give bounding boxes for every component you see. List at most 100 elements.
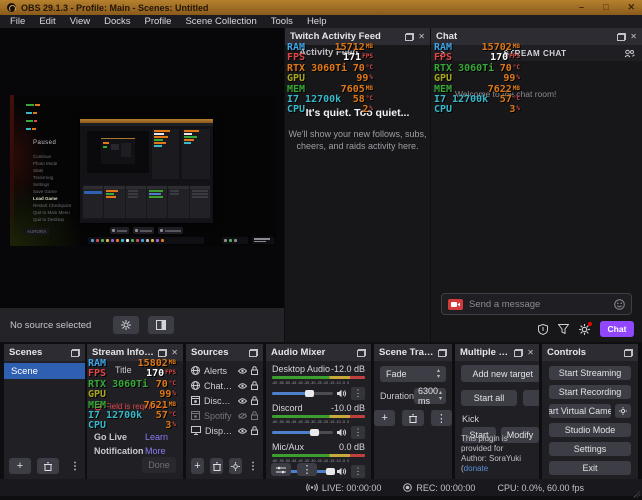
virtual-camera-button[interactable]: Start Virtual Camera [549, 404, 611, 418]
source-row[interactable]: Discord [186, 393, 263, 408]
popout-icon[interactable] [249, 349, 258, 357]
maximize-button[interactable]: □ [603, 2, 608, 13]
eye-icon[interactable] [238, 428, 247, 434]
emote-icon[interactable] [614, 299, 625, 310]
lock-icon[interactable] [251, 396, 258, 405]
minimize-button[interactable]: – [579, 2, 584, 13]
menu-docks[interactable]: Docks [97, 16, 137, 27]
source-properties-button[interactable] [229, 458, 242, 474]
filter-icon[interactable] [558, 324, 569, 334]
shield-icon[interactable] [538, 324, 548, 335]
channel-menu-button[interactable]: ⋮ [351, 387, 365, 400]
learn-link[interactable]: Learn [145, 432, 168, 442]
exit-button[interactable]: Exit [549, 461, 631, 475]
menu-file[interactable]: File [3, 16, 32, 27]
source-filters-button[interactable] [148, 316, 174, 334]
add-source-button[interactable]: + [191, 458, 204, 474]
source-row[interactable]: Chat Overlay [186, 378, 263, 393]
remove-transition-button[interactable] [402, 410, 423, 426]
settings-button[interactable]: Settings [549, 442, 631, 456]
studio-mode-button[interactable]: Studio Mode [549, 423, 631, 437]
mini-osd-overlay [12, 99, 72, 115]
sources-menu-button[interactable]: ⋮ [248, 461, 258, 472]
speaker-icon[interactable] [337, 389, 347, 398]
remove-source-button[interactable] [210, 458, 223, 474]
duration-spinner[interactable]: 6300 ms ▴▾ [414, 388, 446, 404]
scenes-dock: Scenes Scene + ⋮ [4, 344, 85, 479]
chat-input-box[interactable] [441, 293, 632, 315]
eye-icon[interactable] [238, 398, 247, 404]
go-live-label: Go Live [94, 432, 127, 442]
taskbar [88, 237, 204, 244]
start-streaming-button[interactable]: Start Streaming [549, 366, 631, 380]
close-button[interactable]: ✕ [627, 2, 635, 13]
chat-settings-button[interactable] [579, 324, 590, 335]
chat-message-input[interactable] [469, 299, 608, 310]
stream-together-icon[interactable] [448, 299, 463, 310]
add-new-target-button[interactable]: Add new target [461, 365, 539, 382]
popout-icon[interactable] [617, 33, 626, 41]
volume-slider[interactable] [272, 392, 333, 395]
eye-icon[interactable] [238, 383, 247, 389]
embedded-obs-window [80, 119, 213, 223]
source-row[interactable]: Display Capture [186, 423, 263, 438]
menu-view[interactable]: View [63, 16, 97, 27]
dock-title: Multiple output [460, 347, 510, 358]
close-icon[interactable]: ✕ [527, 349, 534, 357]
lock-icon[interactable] [251, 366, 258, 375]
meter-ticks: -60 -55 -50 -45 -40 -35 -30 -25 -20 -15 … [272, 380, 358, 385]
menu-profile[interactable]: Profile [138, 16, 179, 27]
dock-title: Stream Information [92, 347, 154, 358]
resize-grip[interactable] [633, 491, 640, 498]
close-icon[interactable]: ✕ [171, 349, 178, 357]
source-row[interactable]: Alerts [186, 363, 263, 378]
popout-icon[interactable] [514, 349, 523, 357]
channel-menu-button[interactable]: ⋮ [351, 426, 365, 439]
menu-scene-collection[interactable]: Scene Collection [178, 16, 263, 27]
sources-dock: Sources Alerts Chat Overlay Discord [186, 344, 263, 479]
more-link[interactable]: More [145, 446, 166, 456]
transition-menu-button[interactable]: ⋮ [431, 410, 452, 426]
lock-icon[interactable] [251, 426, 258, 435]
popout-icon[interactable] [438, 349, 447, 357]
embedded-recursive-window [101, 138, 135, 164]
volume-slider[interactable] [272, 431, 333, 434]
preview-canvas[interactable]: Paused Continue Photo Mode Stats Transmo… [0, 28, 284, 308]
menu-edit[interactable]: Edit [32, 16, 62, 27]
popout-icon[interactable] [158, 349, 167, 357]
chat-send-button[interactable]: Chat [600, 321, 634, 337]
popout-icon[interactable] [405, 33, 414, 41]
users-icon[interactable] [624, 49, 635, 58]
close-icon[interactable]: ✕ [630, 33, 637, 41]
lock-icon[interactable] [251, 381, 258, 390]
plugin-credit: This plugin is provided for Author: Sora… [461, 434, 539, 474]
remove-scene-button[interactable] [37, 458, 59, 474]
speaker-icon[interactable] [337, 428, 347, 437]
start-recording-button[interactable]: Start Recording [549, 385, 631, 399]
eye-slash-icon[interactable] [238, 413, 247, 419]
transition-select[interactable]: Fade ▴▾ [380, 366, 446, 382]
popout-icon[interactable] [624, 349, 633, 357]
popout-icon[interactable] [357, 349, 366, 357]
mixer-menu-button[interactable]: ⋮ [297, 463, 317, 476]
advanced-audio-button[interactable] [271, 463, 291, 476]
source-row-hidden[interactable]: Spotify [186, 408, 263, 423]
lock-icon[interactable] [251, 411, 258, 420]
close-icon[interactable]: ✕ [418, 33, 425, 41]
embedded-chat-panel [182, 129, 210, 179]
stop-all-button[interactable] [523, 390, 539, 406]
menu-tools[interactable]: Tools [264, 16, 300, 27]
source-properties-button[interactable] [113, 316, 139, 334]
scenes-menu-button[interactable]: ⋮ [70, 461, 80, 472]
scene-item-selected[interactable]: Scene [4, 363, 85, 379]
virtual-camera-config-button[interactable] [615, 404, 631, 418]
add-scene-button[interactable]: + [9, 458, 31, 474]
popout-icon[interactable] [71, 349, 80, 357]
donate-link[interactable]: donate [464, 464, 488, 473]
eye-icon[interactable] [238, 368, 247, 374]
done-button[interactable]: Done [142, 457, 176, 473]
start-all-button[interactable]: Start all [461, 390, 517, 406]
add-transition-button[interactable]: + [374, 410, 395, 426]
broadcast-icon [306, 483, 318, 492]
menu-help[interactable]: Help [300, 16, 334, 27]
